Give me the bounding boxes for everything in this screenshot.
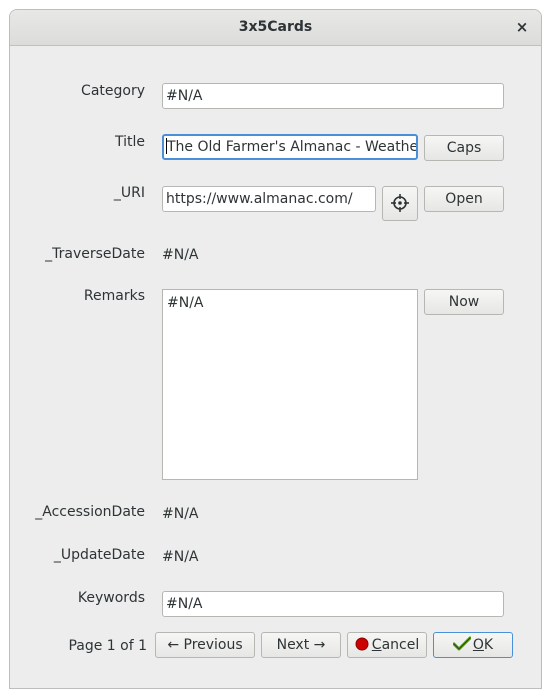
remarks-textarea[interactable]: #N/A [162, 289, 418, 480]
title-field[interactable]: The Old Farmer's Almanac - Weather, [162, 134, 418, 160]
title-field-text: The Old Farmer's Almanac - Weather, [167, 139, 418, 155]
remarks-label: Remarks [83, 288, 145, 304]
caps-button[interactable]: Caps [424, 135, 504, 161]
accession-date-label: _AccessionDate [35, 504, 145, 520]
uri-label: _URI [113, 185, 145, 201]
dialog-window: 3x5Cards × Category #N/A Title The Old F… [9, 9, 542, 689]
cancel-label: ancel [381, 637, 420, 653]
category-label: Category [81, 83, 145, 99]
title-bar: 3x5Cards × [10, 10, 541, 46]
cancel-mnemonic: C [371, 637, 382, 653]
ok-button[interactable]: OK [433, 632, 513, 658]
now-button[interactable]: Now [424, 289, 504, 315]
previous-button[interactable]: ← Previous [155, 632, 255, 658]
category-field[interactable]: #N/A [162, 83, 504, 109]
checkmark-icon [452, 636, 471, 651]
traverse-date-value: #N/A [162, 247, 199, 263]
traverse-date-label: _TraverseDate [45, 246, 145, 262]
page-status: Page 1 of 1 [68, 638, 147, 654]
locate-button[interactable] [382, 186, 418, 221]
uri-field[interactable]: https://www.almanac.com/ [162, 186, 376, 212]
keywords-label: Keywords [77, 590, 145, 606]
window-title: 3x5Cards [238, 19, 313, 35]
cancel-button[interactable]: Cancel [347, 632, 427, 658]
update-date-value: #N/A [162, 549, 199, 565]
stop-circle-icon [355, 637, 369, 651]
keywords-field[interactable]: #N/A [162, 591, 504, 617]
next-button[interactable]: Next → [261, 632, 341, 658]
title-label: Title [114, 134, 145, 150]
close-button[interactable]: × [511, 16, 533, 38]
open-button[interactable]: Open [424, 186, 504, 212]
ok-mnemonic: O [472, 637, 484, 653]
accession-date-value: #N/A [162, 506, 199, 522]
ok-label: K [483, 637, 494, 653]
update-date-label: _UpdateDate [53, 547, 145, 563]
crosshair-icon [391, 194, 409, 212]
